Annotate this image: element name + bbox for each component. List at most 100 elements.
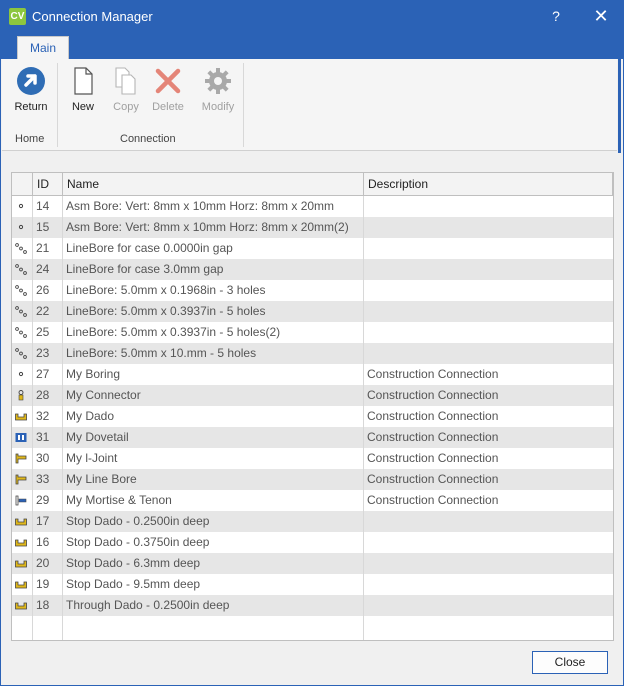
row-name: LineBore: 5.0mm x 10.mm - 5 holes bbox=[63, 343, 364, 364]
row-id: 15 bbox=[33, 217, 63, 238]
tab-main[interactable]: Main bbox=[17, 36, 69, 59]
row-id: 19 bbox=[33, 574, 63, 595]
group-divider bbox=[243, 63, 244, 147]
table-row[interactable]: 27 My Boring Construction Connection bbox=[12, 364, 613, 385]
connections-grid[interactable]: ID Name Description 14 Asm Bore: Vert: 8m… bbox=[11, 172, 614, 641]
table-row[interactable]: 33 My Line Bore Construction Connection bbox=[12, 469, 613, 490]
table-row[interactable]: 29 My Mortise & Tenon Construction Connect… bbox=[12, 490, 613, 511]
table-row[interactable]: 25 LineBore: 5.0mm x 0.3937in - 5 holes(2… bbox=[12, 322, 613, 343]
column-header-icon[interactable] bbox=[12, 173, 33, 195]
title-bar: CV Connection Manager ? ✕ bbox=[1, 1, 623, 32]
window-close-button[interactable]: ✕ bbox=[579, 1, 623, 32]
table-row[interactable]: 20 Stop Dado - 6.3mm deep bbox=[12, 553, 613, 574]
delete-x-icon bbox=[155, 68, 181, 94]
row-id: 23 bbox=[33, 343, 63, 364]
return-button[interactable]: Return bbox=[11, 65, 51, 121]
table-row[interactable]: 21 LineBore for case 0.0000in gap bbox=[12, 238, 613, 259]
row-id: 27 bbox=[33, 364, 63, 385]
row-description bbox=[364, 196, 613, 217]
row-id: 16 bbox=[33, 532, 63, 553]
row-icon-cell bbox=[12, 259, 33, 280]
ribbon-tab-strip: Main bbox=[1, 32, 623, 59]
row-id: 33 bbox=[33, 469, 63, 490]
connector-icon bbox=[18, 390, 24, 401]
table-row[interactable]: 32 My Dado Construction Connection bbox=[12, 406, 613, 427]
row-icon-cell bbox=[12, 322, 33, 343]
table-row[interactable]: 24 LineBore for case 3.0mm gap bbox=[12, 259, 613, 280]
app-logo: CV bbox=[9, 8, 26, 25]
column-header-id[interactable]: ID bbox=[33, 173, 63, 195]
row-id: 21 bbox=[33, 238, 63, 259]
row-id: 28 bbox=[33, 385, 63, 406]
new-button[interactable]: New bbox=[63, 65, 103, 121]
row-description: Construction Connection bbox=[367, 388, 499, 402]
row-icon-cell bbox=[12, 553, 33, 574]
row-description: Construction Connection bbox=[367, 367, 499, 381]
row-description: Construction Connection bbox=[367, 409, 499, 423]
delete-label: Delete bbox=[152, 101, 184, 113]
row-icon-cell bbox=[12, 448, 33, 469]
table-row[interactable]: 15 Asm Bore: Vert: 8mm x 10mm Horz: 8mm x… bbox=[12, 217, 613, 238]
row-name: Asm Bore: Vert: 8mm x 10mm Horz: 8mm x 2… bbox=[63, 217, 364, 238]
column-header-description[interactable]: Description bbox=[364, 173, 613, 195]
column-header-name[interactable]: Name bbox=[63, 173, 364, 195]
modify-label: Modify bbox=[201, 101, 235, 113]
copy-button[interactable]: Copy bbox=[106, 65, 146, 121]
row-id: 14 bbox=[33, 196, 63, 217]
ribbon-right-edge bbox=[618, 59, 621, 153]
row-description: Construction Connection bbox=[367, 472, 499, 486]
line-bore-icon bbox=[15, 264, 27, 275]
table-row[interactable]: 22 LineBore: 5.0mm x 0.3937in - 5 holes bbox=[12, 301, 613, 322]
row-name: Stop Dado - 9.5mm deep bbox=[63, 574, 364, 595]
new-label: New bbox=[71, 101, 94, 113]
table-row[interactable]: 14 Asm Bore: Vert: 8mm x 10mm Horz: 8mm x… bbox=[12, 196, 613, 217]
dado-icon bbox=[15, 602, 27, 610]
row-name: Asm Bore: Vert: 8mm x 10mm Horz: 8mm x 2… bbox=[63, 196, 364, 217]
row-name: My Connector bbox=[63, 385, 364, 406]
table-row[interactable]: 30 My l-Joint Construction Connection bbox=[12, 448, 613, 469]
modify-button[interactable]: Modify bbox=[198, 65, 238, 121]
row-id: 26 bbox=[33, 280, 63, 301]
close-button[interactable]: Close bbox=[532, 651, 608, 674]
row-name: LineBore: 5.0mm x 0.3937in - 5 holes(2) bbox=[63, 322, 364, 343]
table-row[interactable]: 26 LineBore: 5.0mm x 0.1968in - 3 holes bbox=[12, 280, 613, 301]
help-button[interactable]: ? bbox=[534, 1, 578, 32]
row-description bbox=[364, 553, 613, 574]
row-id: 18 bbox=[33, 595, 63, 616]
row-name: My l-Joint bbox=[63, 448, 364, 469]
row-id: 30 bbox=[33, 448, 63, 469]
row-id: 17 bbox=[33, 511, 63, 532]
row-icon-cell bbox=[12, 280, 33, 301]
row-icon-cell bbox=[12, 469, 33, 490]
ribbon: Return Home New Copy Delete Modify Conne… bbox=[2, 59, 617, 151]
l-joint-icon bbox=[15, 474, 27, 485]
table-row[interactable]: 31 My Dovetail Construction Connection bbox=[12, 427, 613, 448]
table-row[interactable]: 16 Stop Dado - 0.3750in deep bbox=[12, 532, 613, 553]
single-bore-icon bbox=[18, 224, 24, 230]
row-id: 24 bbox=[33, 259, 63, 280]
line-bore-icon bbox=[15, 327, 27, 338]
content-area: ID Name Description 14 Asm Bore: Vert: 8m… bbox=[2, 153, 622, 685]
row-description: Construction Connection bbox=[367, 493, 499, 507]
table-row[interactable]: 17 Stop Dado - 0.2500in deep bbox=[12, 511, 613, 532]
row-name: LineBore for case 3.0mm gap bbox=[63, 259, 364, 280]
table-row[interactable]: 18 Through Dado - 0.2500in deep bbox=[12, 595, 613, 616]
row-name: My Boring bbox=[63, 364, 364, 385]
gear-icon bbox=[205, 68, 231, 94]
copy-documents-icon bbox=[115, 67, 136, 95]
row-icon-cell bbox=[12, 217, 33, 238]
row-description bbox=[364, 301, 613, 322]
row-id: 31 bbox=[33, 427, 63, 448]
dado-icon bbox=[15, 518, 27, 526]
row-icon-cell bbox=[12, 385, 33, 406]
table-row[interactable]: 23 LineBore: 5.0mm x 10.mm - 5 holes bbox=[12, 343, 613, 364]
dovetail-icon bbox=[15, 433, 27, 442]
table-row[interactable]: 28 My Connector Construction Connection bbox=[12, 385, 613, 406]
row-name: Through Dado - 0.2500in deep bbox=[63, 595, 364, 616]
line-bore-icon bbox=[15, 348, 27, 359]
row-id: 32 bbox=[33, 406, 63, 427]
line-bore-icon bbox=[15, 285, 27, 296]
row-description bbox=[364, 574, 613, 595]
delete-button[interactable]: Delete bbox=[148, 65, 188, 121]
table-row[interactable]: 19 Stop Dado - 9.5mm deep bbox=[12, 574, 613, 595]
